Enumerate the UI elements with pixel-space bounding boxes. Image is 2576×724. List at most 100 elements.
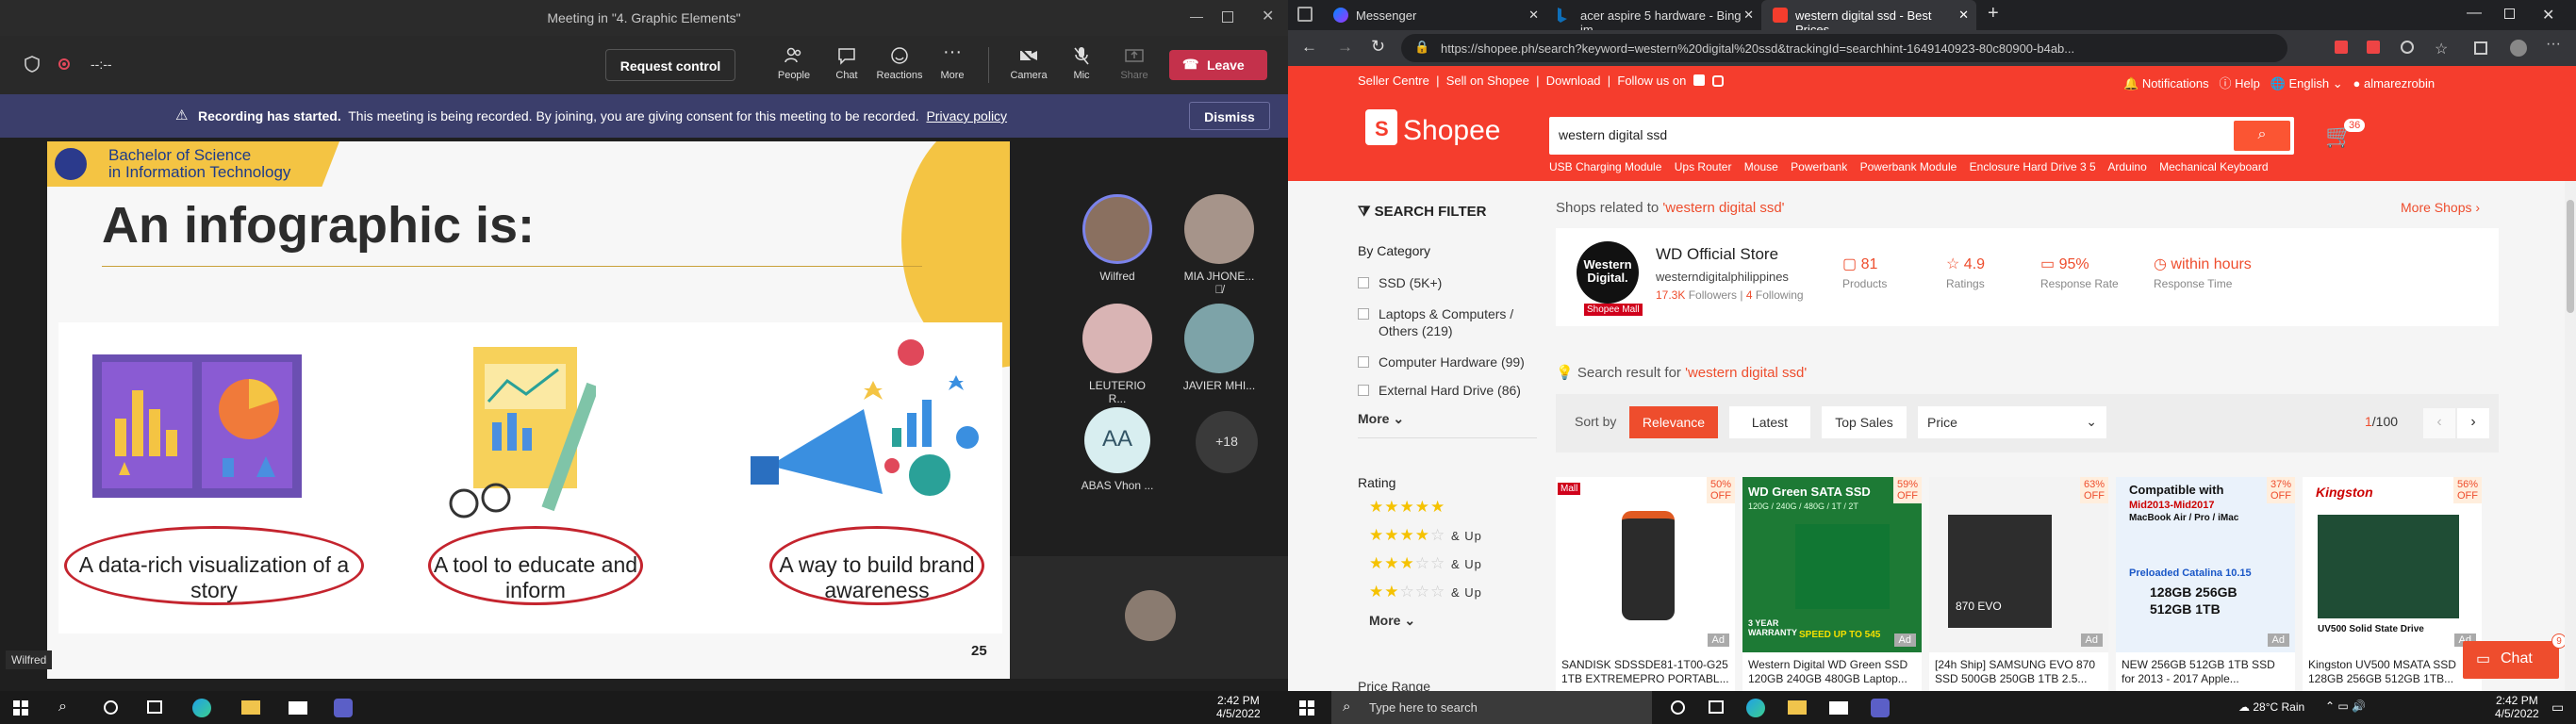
- suggestion[interactable]: Ups Router: [1675, 160, 1732, 173]
- close-tab-icon[interactable]: ✕: [1528, 8, 1539, 23]
- windows-start-icon[interactable]: [1299, 700, 1314, 716]
- shop-card[interactable]: Western Digital. Shopee Mall WD Official…: [1556, 228, 2499, 326]
- seller-centre-link[interactable]: Seller Centre: [1358, 74, 1429, 88]
- rating-more[interactable]: More ⌄: [1369, 613, 1415, 629]
- shopee-search-input[interactable]: western digital ssd ⌕: [1549, 117, 2294, 155]
- people-button[interactable]: People: [768, 45, 820, 81]
- checkbox[interactable]: [1358, 277, 1369, 288]
- sell-on-shopee-link[interactable]: Sell on Shopee: [1446, 74, 1529, 88]
- shopee-logo[interactable]: Shopee: [1403, 115, 1500, 147]
- participant-tile[interactable]: Wilfred: [1080, 194, 1155, 283]
- product-card[interactable]: Compatible with Mid2013-Mid2017 MacBook …: [2116, 477, 2295, 691]
- new-tab-button[interactable]: +: [1988, 3, 1999, 25]
- download-link[interactable]: Download: [1546, 74, 1601, 88]
- rating-2-up[interactable]: ★★☆☆☆ & Up: [1369, 583, 1482, 601]
- category-checkbox[interactable]: Computer Hardware (99): [1358, 354, 1525, 370]
- product-card[interactable]: WD Green SATA SSD 120G / 240G / 480G / 1…: [1742, 477, 1922, 691]
- reactions-button[interactable]: Reactions: [873, 45, 926, 81]
- profile-avatar[interactable]: [2510, 40, 2527, 57]
- help-link[interactable]: Help: [2235, 76, 2260, 90]
- windows-start-icon[interactable]: [13, 700, 28, 716]
- overflow-participants[interactable]: +18: [1189, 411, 1264, 479]
- weather-widget[interactable]: ☁ 28°C Rain: [2238, 700, 2304, 714]
- sort-latest-button[interactable]: Latest: [1729, 406, 1810, 438]
- refresh-icon[interactable]: ↻: [1371, 37, 1385, 57]
- suggestion[interactable]: Arduino: [2107, 160, 2146, 173]
- mail-icon[interactable]: [1829, 701, 1848, 715]
- forward-icon[interactable]: →: [1337, 38, 1353, 57]
- file-explorer-icon[interactable]: [1788, 700, 1807, 715]
- suggestion[interactable]: USB Charging Module: [1549, 160, 1661, 173]
- rating-3-up[interactable]: ★★★☆☆ & Up: [1369, 554, 1482, 573]
- settings-more-icon[interactable]: ···: [2546, 36, 2561, 53]
- suggestion[interactable]: Powerbank: [1791, 160, 1847, 173]
- language-select[interactable]: English: [2289, 76, 2330, 90]
- username-link[interactable]: almarezrobin: [2364, 76, 2435, 90]
- close-button[interactable]: ✕: [1262, 7, 1274, 25]
- scrollbar-track[interactable]: [2565, 181, 2576, 691]
- self-video-tile[interactable]: [1010, 556, 1288, 679]
- notifications-link[interactable]: Notifications: [2142, 76, 2209, 90]
- address-bar[interactable]: 🔒 https://shopee.ph/search?keyword=weste…: [1401, 34, 2287, 62]
- tab-messenger[interactable]: Messenger ✕: [1322, 0, 1546, 30]
- category-checkbox[interactable]: Laptops & Computers / Others (219): [1358, 305, 1527, 339]
- task-view-icon[interactable]: [1709, 700, 1724, 714]
- product-card[interactable]: 870 EVO 63% OFF Ad [24h Ship] SAMSUNG EVO…: [1929, 477, 2108, 691]
- product-card[interactable]: Kingston UV500 Solid State Drive 56% OFF …: [2303, 477, 2482, 691]
- collections-icon[interactable]: [2474, 41, 2487, 55]
- suggestion[interactable]: Mechanical Keyboard: [2159, 160, 2268, 173]
- suggestion[interactable]: Enclosure Hard Drive 3 5: [1970, 160, 2096, 173]
- notification-center-icon[interactable]: ▭: [2551, 699, 2564, 716]
- checkbox[interactable]: [1358, 308, 1369, 320]
- participant-tile[interactable]: LEUTERIO R...: [1080, 304, 1155, 405]
- product-card[interactable]: Mall 50% OFF Ad SANDISK SDSSDE81-1T00-G25…: [1556, 477, 1735, 691]
- checkbox[interactable]: [1358, 356, 1369, 368]
- suggestion[interactable]: Powerbank Module: [1860, 160, 1957, 173]
- more-button[interactable]: ··· More: [926, 42, 979, 81]
- search-button[interactable]: ⌕: [2234, 121, 2290, 151]
- minimize-button[interactable]: —: [1190, 8, 1203, 24]
- prev-page-button[interactable]: ‹: [2423, 408, 2455, 438]
- teams-icon[interactable]: [334, 699, 353, 717]
- dismiss-button[interactable]: Dismiss: [1189, 102, 1270, 130]
- next-page-button[interactable]: ›: [2457, 408, 2489, 438]
- task-view-icon[interactable]: [147, 700, 162, 714]
- maximize-button[interactable]: [2504, 8, 2515, 19]
- file-explorer-icon[interactable]: [241, 700, 260, 715]
- sort-relevance-button[interactable]: Relevance: [1629, 406, 1718, 438]
- search-icon[interactable]: ⌕: [58, 699, 67, 716]
- participant-tile[interactable]: JAVIER MHI...: [1181, 304, 1257, 392]
- more-shops-link[interactable]: More Shops ›: [2401, 200, 2480, 215]
- share-button[interactable]: Share: [1108, 45, 1161, 81]
- checkbox[interactable]: [1358, 385, 1369, 396]
- tab-bing[interactable]: acer aspire 5 hardware - Bing im... ✕: [1546, 0, 1761, 37]
- taskbar-search-box[interactable]: ⌕ Type here to search: [1331, 691, 1652, 724]
- tab-shopee-active[interactable]: western digital ssd - Best Prices... ✕: [1761, 0, 1976, 37]
- suggestion[interactable]: Mouse: [1744, 160, 1778, 173]
- mic-button[interactable]: Mic: [1055, 45, 1108, 81]
- edge-icon[interactable]: [1746, 699, 1765, 717]
- participant-tile[interactable]: MIA JHONE... 🎙̸: [1181, 194, 1257, 296]
- tab-actions-icon[interactable]: [1297, 7, 1313, 22]
- edge-icon[interactable]: [192, 699, 211, 717]
- request-control-button[interactable]: Request control: [605, 49, 735, 81]
- facebook-icon[interactable]: [1693, 74, 1705, 86]
- tray-icons[interactable]: ⌃ ▭ 🔊: [2325, 699, 2366, 713]
- cortana-icon[interactable]: [104, 700, 118, 715]
- chat-button[interactable]: Chat: [820, 45, 873, 81]
- extension-icon[interactable]: [2335, 41, 2348, 54]
- cortana-icon[interactable]: [1671, 700, 1685, 715]
- category-checkbox[interactable]: External Hard Drive (86): [1358, 383, 1521, 398]
- instagram-icon[interactable]: [1711, 75, 1724, 87]
- extension-icon[interactable]: [2401, 41, 2414, 54]
- favorites-icon[interactable]: ☆: [2435, 40, 2448, 58]
- privacy-policy-link[interactable]: Privacy policy: [926, 108, 1007, 123]
- close-tab-icon[interactable]: ✕: [1958, 8, 1969, 23]
- participant-tile[interactable]: AA ABAS Vhon ...: [1080, 407, 1155, 492]
- price-sort-select[interactable]: Price ⌄: [1918, 406, 2106, 438]
- sort-top-sales-button[interactable]: Top Sales: [1822, 406, 1907, 438]
- maximize-button[interactable]: [1222, 11, 1233, 23]
- category-more[interactable]: More ⌄: [1358, 411, 1404, 427]
- leave-button[interactable]: ☎ Leave: [1169, 50, 1267, 80]
- close-window-button[interactable]: ✕: [2542, 6, 2554, 25]
